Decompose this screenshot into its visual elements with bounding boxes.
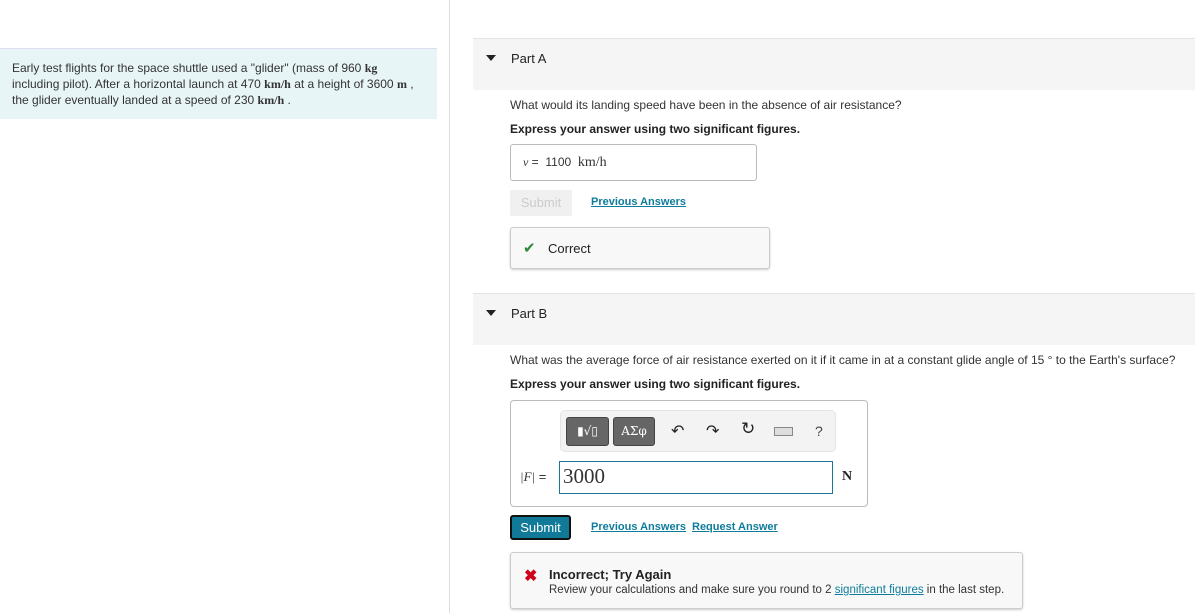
reset-icon[interactable]: ↻: [741, 419, 755, 439]
undo-icon[interactable]: ↶: [671, 421, 684, 441]
unit: kg: [364, 61, 378, 75]
part-b-header[interactable]: Part B: [473, 293, 1195, 345]
x-icon: ✖: [524, 568, 538, 585]
greek-symbols-button[interactable]: ΑΣφ: [613, 417, 655, 446]
request-answer-link[interactable]: Request Answer: [692, 521, 778, 533]
collapse-triangle-icon[interactable]: [486, 55, 496, 61]
unit: km/h: [257, 93, 285, 107]
unit: m: [396, 77, 407, 91]
part-b-previous-answers-link[interactable]: Previous Answers: [591, 521, 686, 533]
help-icon[interactable]: ?: [815, 423, 823, 439]
unit: km/h: [264, 77, 291, 91]
redo-icon[interactable]: ↷: [706, 421, 719, 441]
part-a-label: Part A: [511, 51, 547, 66]
part-b-feedback: ✖ Incorrect; Try Again Review your calcu…: [510, 552, 1023, 609]
part-b-submit-button[interactable]: Submit: [510, 515, 571, 540]
collapse-triangle-icon[interactable]: [486, 310, 496, 316]
part-a-instruction: Express your answer using two significan…: [510, 122, 801, 136]
part-b-label: Part B: [511, 306, 548, 321]
unit-label: N: [842, 469, 853, 484]
problem-statement: Early test flights for the space shuttle…: [0, 48, 437, 119]
force-answer-input[interactable]: 3000: [559, 461, 833, 494]
checkmark-icon: ✔: [523, 240, 536, 257]
templates-button[interactable]: ▮√▯: [566, 417, 609, 446]
keyboard-icon[interactable]: [774, 427, 793, 436]
math-toolbar: ▮√▯ ΑΣφ ↶ ↷ ↻ ?: [560, 410, 836, 452]
answer-label: |F| =: [520, 469, 547, 484]
significant-figures-link[interactable]: significant figures: [835, 584, 924, 596]
part-a-feedback: ✔ Correct: [510, 227, 770, 269]
part-a-submit-button[interactable]: Submit: [510, 190, 572, 216]
part-a-previous-answers-link[interactable]: Previous Answers: [591, 196, 686, 208]
part-a-answer: v = 1100 km/h: [510, 144, 757, 181]
panel-divider: [449, 0, 450, 613]
part-b-question: What was the average force of air resist…: [510, 353, 1176, 367]
part-b-instruction: Express your answer using two significan…: [510, 377, 801, 391]
part-a-question: What would its landing speed have been i…: [510, 98, 902, 112]
part-a-header[interactable]: Part A: [473, 38, 1195, 90]
